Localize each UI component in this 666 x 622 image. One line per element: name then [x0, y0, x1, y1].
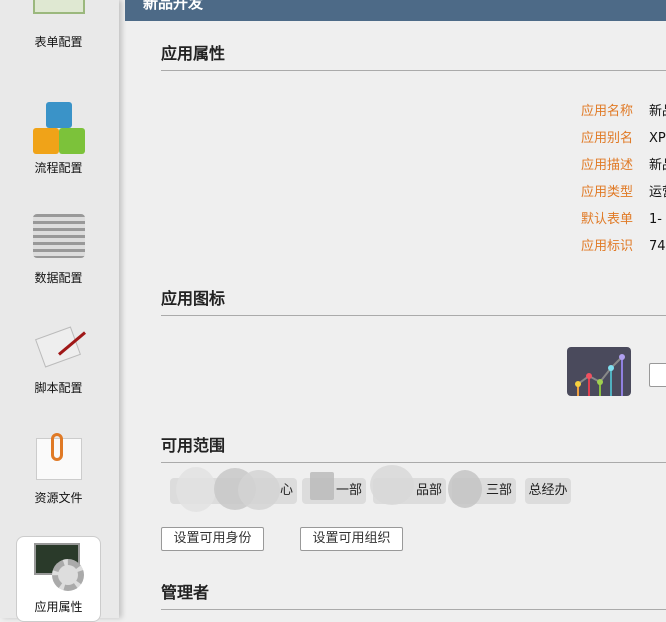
section-scope: 可用范围: [161, 432, 666, 463]
redaction-blur: [448, 470, 482, 508]
app-header: 新品开发: [125, 0, 666, 21]
redaction-blur: [310, 472, 334, 500]
app-title: 新品开发: [143, 0, 204, 12]
section-admins: 管理者: [161, 579, 666, 610]
data-icon: [33, 214, 85, 258]
change-icon-button[interactable]: [649, 363, 666, 387]
script-icon: [33, 322, 86, 372]
sidebar-item-data-config[interactable]: 数据配置: [16, 206, 101, 292]
sidebar-item-form-config[interactable]: 表单配置: [16, 0, 101, 56]
set-identity-button[interactable]: 设置可用身份: [161, 527, 264, 551]
form-icon: [33, 0, 85, 14]
prop-row: 应用别名 XP: [581, 131, 666, 146]
scope-chip[interactable]: 总经办: [525, 478, 571, 504]
sidebar-item-app-properties[interactable]: 应用属性: [16, 536, 101, 622]
section-app-icon: 应用图标: [161, 285, 666, 316]
prop-row: 应用标识 74: [581, 239, 666, 254]
flow-icon: [33, 102, 85, 154]
prop-row: 应用名称新品: [581, 104, 666, 119]
paperclip-icon: [36, 433, 82, 480]
redaction-blur: [176, 467, 216, 512]
section-app-properties: 应用属性: [161, 40, 666, 71]
redaction-blur: [370, 465, 414, 505]
sidebar-item-flow-config[interactable]: 流程配置: [16, 96, 101, 182]
prop-row: 应用类型运营: [581, 185, 666, 200]
redaction-blur: [238, 470, 280, 510]
prop-row: 应用描述新品: [581, 158, 666, 173]
set-org-button[interactable]: 设置可用组织: [300, 527, 403, 551]
app-chart-icon: [567, 347, 631, 396]
prop-row: 默认表单 1-: [581, 212, 662, 227]
gear-icon: [34, 543, 86, 593]
sidebar-item-resource-files[interactable]: 资源文件: [16, 426, 101, 512]
sidebar-item-script-config[interactable]: 脚本配置: [16, 316, 101, 402]
sidebar: 表单配置 流程配置 数据配置 脚本配置 资源文件 应用属性: [0, 0, 119, 622]
